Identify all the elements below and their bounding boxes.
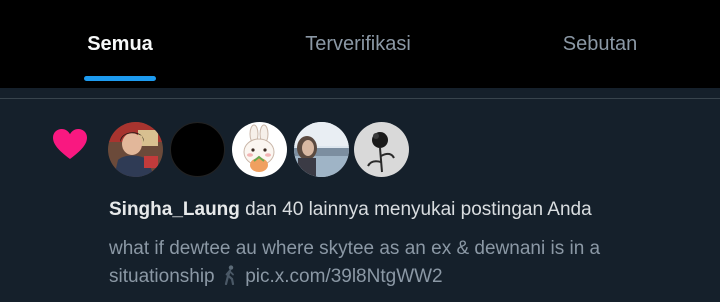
post-media-link[interactable]: pic.x.com/39l8NtgWW2 — [245, 266, 442, 287]
notifications-tab-bar: Semua Terverifikasi Sebutan — [0, 0, 720, 88]
tab-verified-label: Terverifikasi — [305, 33, 411, 55]
username-link[interactable]: Singha_Laung — [109, 199, 240, 220]
divider — [0, 98, 720, 99]
person-walking-icon — [224, 265, 235, 285]
user-avatar[interactable] — [232, 122, 287, 177]
summary-text: dan 40 lainnya menyukai postingan Anda — [239, 199, 592, 220]
user-avatar[interactable] — [294, 122, 349, 177]
heart-icon — [53, 129, 87, 159]
notification-summary: Singha_Laung dan 40 lainnya menyukai pos… — [109, 198, 709, 222]
notifications-page: Semua Terverifikasi Sebutan Singha_Laung… — [0, 0, 720, 302]
user-avatar[interactable] — [108, 122, 163, 177]
user-avatar[interactable] — [354, 122, 409, 177]
user-avatar[interactable] — [170, 122, 225, 177]
tab-mentions[interactable]: Sebutan — [500, 0, 700, 88]
tab-all-label: Semua — [87, 33, 153, 55]
tab-mentions-label: Sebutan — [562, 33, 638, 55]
tab-verified[interactable]: Terverifikasi — [258, 0, 458, 88]
active-tab-indicator — [84, 76, 156, 81]
post-preview[interactable]: what if dewtee au where skytee as an ex … — [109, 235, 709, 291]
tab-all[interactable]: Semua — [20, 0, 220, 88]
